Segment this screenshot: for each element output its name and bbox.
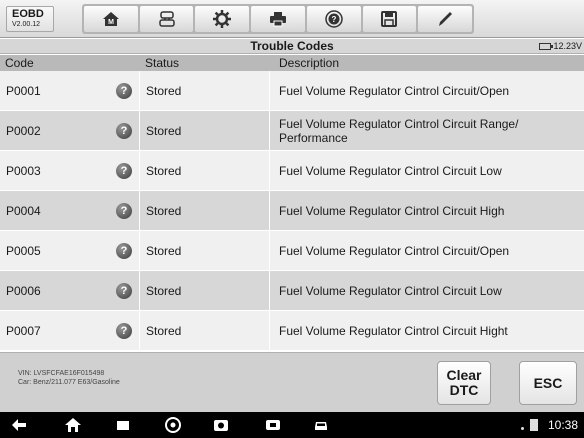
data-logging-button[interactable]	[418, 6, 473, 32]
code-cell: P0007 ?	[0, 311, 140, 350]
table-header: Code Status Description	[0, 55, 584, 71]
status-cell: Stored	[140, 71, 270, 110]
code-cell: P0004 ?	[0, 191, 140, 230]
status-cell: Stored	[140, 191, 270, 230]
home-icon[interactable]	[64, 416, 82, 434]
description-cell: Fuel Volume Regulator Cintrol Circuit/Op…	[279, 83, 510, 98]
car-label: Car: Benz/211.077 E63/Gasoline	[18, 379, 120, 386]
status-cell: Stored	[140, 151, 270, 190]
pen-icon	[439, 12, 453, 26]
table-row[interactable]: P0005 ? Stored Fuel Volume Regulator Cin…	[0, 231, 584, 271]
dtc-code: P0002	[6, 123, 41, 138]
help-icon[interactable]: ?	[116, 122, 132, 139]
notification-dot	[521, 427, 524, 430]
dtc-code: P0003	[6, 163, 41, 178]
vehicle-swap-icon	[158, 11, 175, 27]
app-version: V2.00.12	[12, 21, 41, 28]
table-row[interactable]: P0002 ? Stored Fuel Volume Regulator Cin…	[0, 111, 584, 151]
dtc-code: P0007	[6, 323, 41, 338]
code-cell: P0005 ?	[0, 231, 140, 270]
footer-bar: VIN: LVSFCFAE16F015498 Car: Benz/211.077…	[0, 352, 584, 412]
description-cell: Fuel Volume Regulator Cintrol Circuit Hi…	[279, 323, 508, 338]
camera-icon[interactable]	[212, 416, 230, 434]
page-title: Trouble Codes	[250, 39, 334, 53]
column-header-code: Code	[5, 56, 34, 70]
table-row[interactable]: P0007 ? Stored Fuel Volume Regulator Cin…	[0, 311, 584, 351]
status-cell: Stored	[140, 311, 270, 350]
description-cell: Fuel Volume Regulator Cintrol Circuit Lo…	[279, 163, 502, 178]
code-cell: P0006 ?	[0, 271, 140, 310]
clear-dtc-label-line1: Clear	[446, 367, 482, 383]
home-button[interactable]: M	[84, 6, 138, 32]
battery-level-icon	[530, 419, 538, 431]
vehicle-swap-button[interactable]	[139, 6, 194, 32]
system-nav-bar: 10:38	[0, 412, 584, 438]
print-button[interactable]	[251, 6, 305, 32]
battery-voltage: 12.23V	[553, 41, 582, 51]
table-row[interactable]: P0004 ? Stored Fuel Volume Regulator Cin…	[0, 191, 584, 231]
table-row[interactable]: P0006 ? Stored Fuel Volume Regulator Cin…	[0, 271, 584, 311]
dtc-code: P0004	[6, 203, 41, 218]
toolbar-button-group: M ?	[82, 4, 474, 34]
description-cell: Fuel Volume Regulator Cintrol Circuit Hi…	[279, 203, 505, 218]
clear-dtc-button[interactable]: Clear DTC	[437, 361, 491, 405]
top-toolbar: EOBD V2.00.12 M ?	[0, 0, 584, 38]
settings-icon	[213, 10, 232, 28]
esc-button[interactable]: ESC	[519, 361, 577, 405]
app-name: EOBD	[12, 8, 44, 20]
save-button[interactable]	[362, 6, 417, 32]
page-title-bar: Trouble Codes 12.23V	[0, 39, 584, 54]
home-icon: M	[102, 12, 119, 26]
description-cell: Fuel Volume Regulator Cintrol Circuit Ra…	[279, 116, 519, 145]
vin-label: VIN: LVSFCFAE16F015498	[18, 370, 105, 377]
trouble-codes-table: P0001 ? Stored Fuel Volume Regulator Cin…	[0, 71, 584, 351]
status-cell: Stored	[140, 271, 270, 310]
table-row[interactable]: P0001 ? Stored Fuel Volume Regulator Cin…	[0, 71, 584, 111]
column-header-description: Description	[279, 56, 340, 70]
dtc-code: P0001	[6, 83, 41, 98]
car-icon[interactable]	[312, 416, 330, 434]
recent-apps-icon[interactable]	[114, 416, 132, 434]
status-cell: Stored	[140, 111, 270, 150]
help-icon[interactable]: ?	[116, 282, 132, 299]
dtc-code: P0005	[6, 243, 41, 258]
back-icon[interactable]	[10, 416, 28, 434]
help-icon[interactable]: ?	[116, 82, 132, 99]
help-button[interactable]: ?	[306, 6, 361, 32]
vci-icon[interactable]	[264, 416, 282, 434]
battery-icon	[539, 43, 554, 50]
clear-dtc-label-line2: DTC	[449, 382, 479, 398]
vehicle-info: VIN: LVSFCFAE16F015498 Car: Benz/211.077…	[18, 369, 120, 387]
app-title-badge: EOBD V2.00.12	[6, 6, 54, 32]
code-cell: P0002 ?	[0, 111, 140, 150]
battery-status: 12.23V	[539, 39, 582, 54]
browser-icon[interactable]	[164, 416, 182, 434]
help-icon[interactable]: ?	[116, 322, 132, 339]
description-cell: Fuel Volume Regulator Cintrol Circuit Lo…	[279, 283, 502, 298]
svg-text:M: M	[108, 19, 114, 26]
table-row[interactable]: P0003 ? Stored Fuel Volume Regulator Cin…	[0, 151, 584, 191]
save-icon	[381, 11, 398, 27]
status-cell: Stored	[140, 231, 270, 270]
help-icon[interactable]: ?	[116, 202, 132, 219]
help-icon[interactable]: ?	[116, 242, 132, 259]
svg-text:?: ?	[331, 15, 336, 24]
column-header-status: Status	[145, 56, 180, 70]
status-clock: 10:38	[547, 418, 578, 432]
settings-button[interactable]	[195, 6, 250, 32]
code-cell: P0003 ?	[0, 151, 140, 190]
help-icon[interactable]: ?	[116, 162, 132, 179]
description-cell: Fuel Volume Regulator Cintrol Circuit/Op…	[279, 243, 510, 258]
help-icon: ?	[324, 10, 343, 28]
code-cell: P0001 ?	[0, 71, 140, 110]
print-icon	[270, 12, 287, 27]
dtc-code: P0006	[6, 283, 41, 298]
